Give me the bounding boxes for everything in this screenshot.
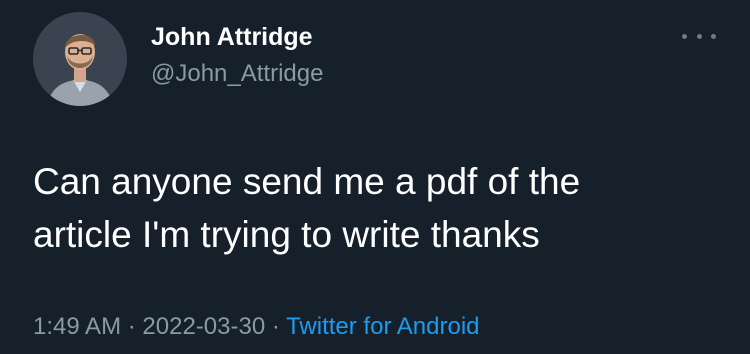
tweet-meta: 1:49 AM · 2022-03-30 · Twitter for Andro… [33,311,480,343]
tweet-source-link[interactable]: Twitter for Android [286,313,479,340]
user-handle[interactable]: @John_Attridge [151,59,323,89]
display-name[interactable]: John Attridge [151,22,313,52]
meta-separator: · [127,313,143,340]
meta-separator: · [271,313,287,340]
tweet-text-line: article I'm trying to write thanks [33,214,540,255]
tweet-text-line: Can anyone send me a pdf of the [33,161,581,202]
profile-photo-icon [33,12,127,106]
tweet-text: Can anyone send me a pdf of the article … [33,155,723,261]
dot-icon [696,33,702,39]
avatar[interactable] [33,12,127,106]
tweet-time[interactable]: 1:49 AM [33,313,121,340]
more-options-icon[interactable] [682,28,716,44]
tweet-date[interactable]: 2022-03-30 [142,313,265,340]
dot-icon [711,33,716,39]
dot-icon [682,33,687,39]
tweet-card: John Attridge @John_Attridge Can anyone … [0,0,750,354]
